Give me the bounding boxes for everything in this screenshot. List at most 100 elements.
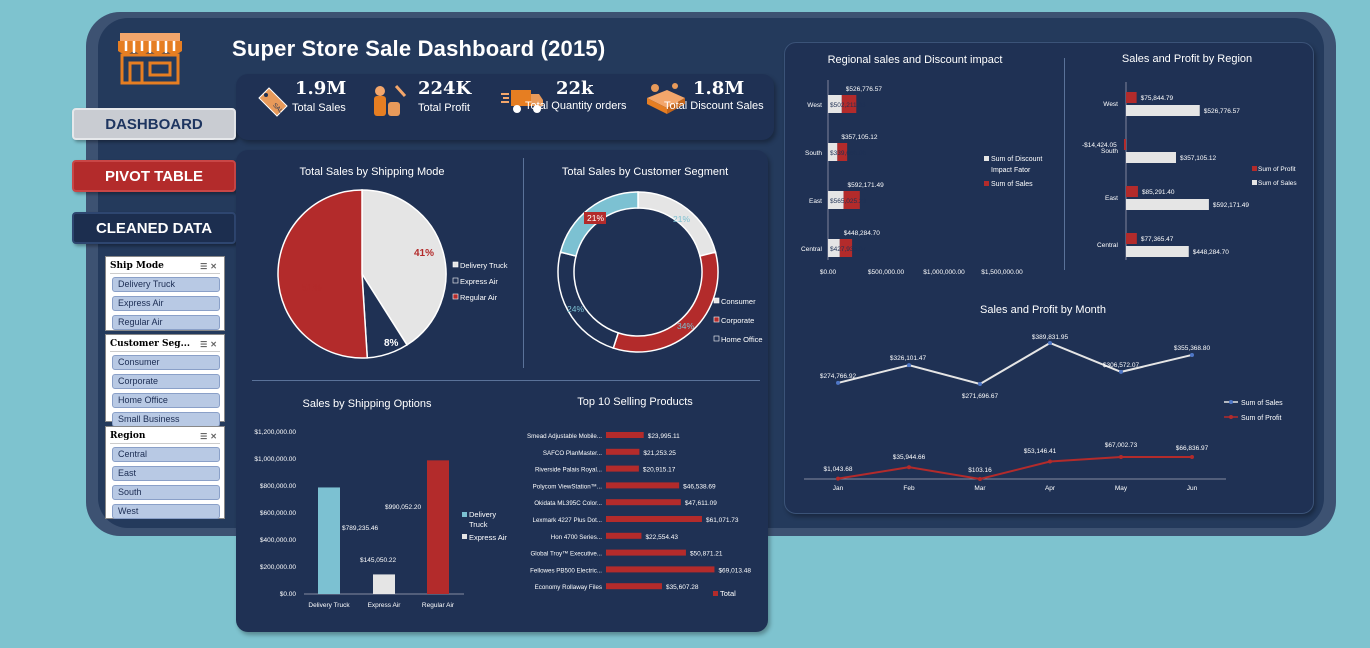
bar — [318, 487, 340, 594]
donut-segment — [557, 251, 620, 350]
customer-segment-chart-title: Total Sales by Customer Segment — [561, 166, 729, 178]
kpi-total-sales: 1.9M Total Sales — [292, 78, 352, 114]
series-line-profit — [837, 455, 1193, 480]
kpi-total-profit: 224K Total Profit — [418, 78, 488, 114]
bar — [606, 482, 680, 489]
slicer-item[interactable]: South — [112, 485, 220, 500]
kpi-value: 1.9M — [295, 78, 347, 99]
x-tick-label: Mar — [974, 485, 986, 492]
slicer-item[interactable]: West — [112, 504, 220, 519]
donut-segment — [559, 191, 639, 257]
legend-swatch — [713, 335, 720, 342]
shipping-mode-pie-chart: 41% 8% 51% Delivery Truck Express Air Regular… — [277, 189, 508, 359]
x-tick-label: $500,000.00 — [868, 269, 905, 276]
bar-profit — [1126, 92, 1137, 103]
donut-segment — [637, 191, 717, 257]
legend-label: Regular Air — [460, 293, 498, 302]
data-point — [836, 380, 840, 385]
point-data-label: $1,043.68 — [824, 466, 853, 473]
y-category-label: South — [805, 150, 822, 157]
bar-profit — [1126, 186, 1138, 197]
bar-data-label: -$14,424.05 — [1082, 142, 1117, 149]
y-category-label: Okidata ML395C Color... — [534, 500, 602, 507]
legend-label: Sum of Profit — [1241, 415, 1282, 422]
y-tick-label: $200,000.00 — [260, 564, 297, 571]
x-tick-label: $1,500,000.00 — [981, 269, 1023, 276]
bar-data-label: $75,844.79 — [1141, 95, 1174, 102]
slicer-item[interactable]: Express Air — [112, 296, 220, 311]
monthly-chart-title: Sales and Profit by Month — [980, 304, 1106, 316]
y-category-label: West — [1103, 101, 1118, 108]
y-category-label: East — [1105, 195, 1118, 202]
y-category-label: East — [809, 198, 822, 205]
slicer-item[interactable]: Central — [112, 447, 220, 462]
regional-discount-bar-chart: West $502,211.83 $526,776.57 South $339,666.… — [801, 80, 1042, 276]
bar — [427, 460, 449, 594]
y-tick-label: $800,000.00 — [260, 483, 297, 490]
point-data-label: $103.16 — [968, 467, 992, 474]
bar — [606, 566, 715, 573]
y-category-label: Fellowes PB500 Electric... — [530, 567, 602, 574]
pivot-table-nav-button[interactable]: PIVOT TABLE — [72, 160, 236, 192]
x-tick-label: Express Air — [368, 602, 402, 609]
point-data-label: $355,368.80 — [1174, 345, 1211, 352]
legend-swatch — [984, 156, 989, 161]
data-point — [978, 382, 982, 386]
data-point — [1048, 459, 1052, 464]
bar — [606, 448, 640, 455]
bar-data-label: $85,291.40 — [1142, 189, 1175, 196]
y-category-label: Economy Rollaway Files — [535, 584, 602, 591]
slicer-item[interactable]: East — [112, 466, 220, 481]
legend-marker — [1229, 400, 1233, 404]
y-category-label: Global Troy™ Executive... — [530, 551, 602, 558]
legend-swatch — [1252, 166, 1257, 171]
sale-tag-icon: SALE — [258, 87, 288, 118]
pie-data-label: 41% — [414, 248, 434, 259]
dashboard-nav-button[interactable]: DASHBOARD — [72, 108, 236, 140]
slicer-item[interactable]: Regular Air — [112, 315, 220, 330]
bar-data-label: $448,284.70 — [1193, 249, 1230, 256]
filter-icon[interactable]: ☰✕ — [200, 261, 220, 271]
legend-label: Corporate — [721, 316, 754, 325]
bar-data-label: $526,776.57 — [846, 86, 883, 93]
bar — [606, 432, 644, 438]
point-data-label: $67,002.73 — [1105, 442, 1138, 449]
data-point — [1119, 369, 1123, 374]
data-point — [1119, 455, 1123, 459]
bar-data-label: $789,235.46 — [342, 525, 379, 532]
bar-data-label: $427,935.07 — [830, 246, 867, 253]
legend-label: Consumer — [721, 297, 756, 306]
bar-data-label: $50,871.21 — [690, 551, 723, 558]
y-tick-label: $0.00 — [280, 591, 297, 598]
slicer-item[interactable]: Home Office — [112, 393, 220, 408]
legend-swatch — [713, 297, 720, 304]
top-products-bar-chart: Smead Adjustable Mobile... $23,995.11 SAFC… — [527, 432, 751, 598]
filter-icon[interactable]: ☰✕ — [200, 431, 220, 441]
coins-icon — [374, 84, 407, 116]
bar-data-label: $21,253.25 — [643, 450, 676, 457]
slicer-item[interactable]: Corporate — [112, 374, 220, 389]
shipping-options-bar-chart: $0.00 $200,000.00 $400,000.00 $600,000.00 $8… — [254, 429, 507, 609]
filter-icon[interactable]: ☰✕ — [200, 339, 220, 349]
regional-discount-chart-title: Regional sales and Discount impact — [827, 54, 1003, 66]
bar-sales — [1126, 152, 1176, 163]
kpi-label: Total Profit — [418, 102, 470, 114]
monthly-line-chart: $274,766.92 $326,101.47 $271,696.67 $389,83… — [804, 334, 1283, 492]
y-tick-label: $1,200,000.00 — [254, 429, 296, 436]
x-tick-label: Jun — [1187, 485, 1198, 492]
bar-data-label: $47,611.09 — [685, 500, 717, 507]
slicer-item[interactable]: Delivery Truck — [112, 277, 220, 292]
slicer-title: Customer Seg... — [110, 339, 190, 349]
slicer-item[interactable]: Small Business — [112, 412, 220, 427]
dashboard-title: Super Store Sale Dashboard (2015) — [232, 36, 606, 61]
slicer-item[interactable]: Consumer — [112, 355, 220, 370]
cleaned-data-nav-button[interactable]: CLEANED DATA — [72, 212, 236, 244]
point-data-label: $53,146.41 — [1024, 448, 1057, 455]
pie-slice — [277, 189, 369, 359]
legend-label: Sum of Discount — [991, 156, 1042, 163]
bar-data-label: $23,995.11 — [648, 433, 680, 440]
bar-data-label: $69,013.48 — [718, 567, 751, 574]
bar-sales — [1126, 246, 1189, 257]
bar-data-label: $448,284.70 — [844, 230, 881, 237]
donut-data-label: 34% — [677, 321, 694, 331]
